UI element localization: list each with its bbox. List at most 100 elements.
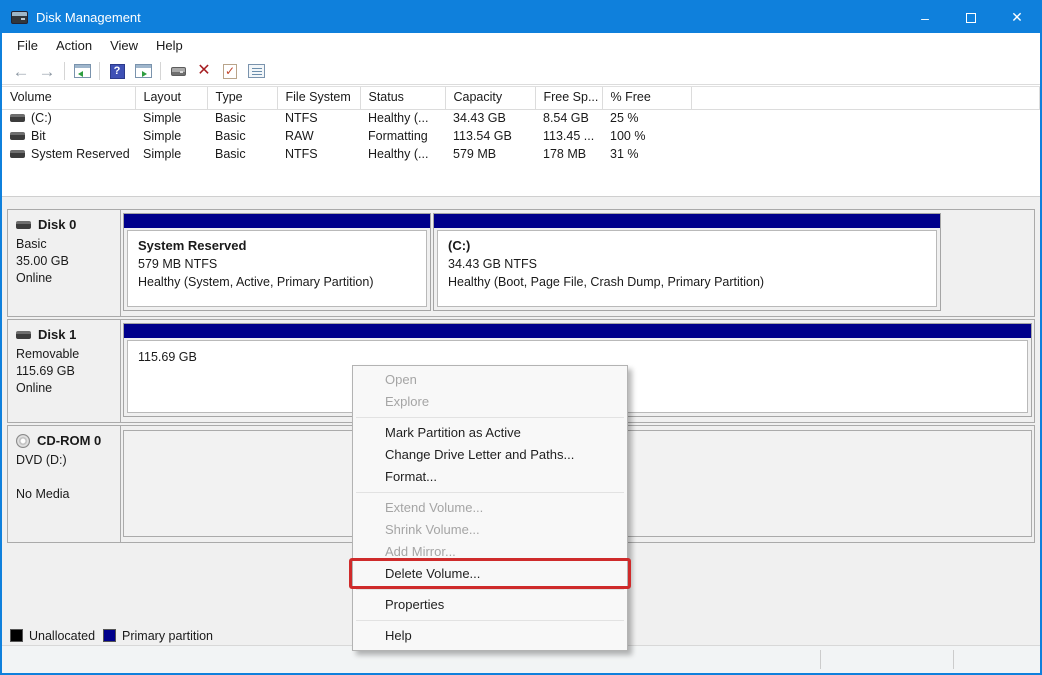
help-button[interactable]: ? (105, 60, 129, 82)
action-pane-button[interactable] (131, 60, 155, 82)
primary-partition-bar (434, 214, 940, 228)
delete-x-icon: ✕ (197, 63, 210, 79)
partition-title: System Reserved (138, 238, 426, 253)
column-header-volume[interactable]: Volume (2, 87, 135, 109)
minimize-button[interactable]: – (902, 2, 948, 33)
volume-row-bit[interactable]: Bit Simple Basic RAW Formatting 113.54 G… (2, 127, 1040, 145)
context-menu-separator (356, 417, 624, 418)
disk0-size: 35.00 GB (16, 253, 114, 270)
column-header-layout[interactable]: Layout (135, 87, 207, 109)
menu-view[interactable]: View (101, 35, 147, 56)
mark-active-button[interactable]: ✓ (218, 60, 242, 82)
toolbar: ← → ? ✕ ✓ (2, 58, 1040, 85)
console-tree-icon (74, 64, 91, 78)
help-icon: ? (110, 64, 125, 79)
menu-action[interactable]: Action (47, 35, 101, 56)
primary-partition-bar (124, 324, 1031, 338)
disk0-type: Basic (16, 236, 114, 253)
list-view-icon (248, 64, 265, 78)
column-header-capacity[interactable]: Capacity (445, 87, 535, 109)
partition-size: 579 MB NTFS (138, 255, 426, 273)
disk1-type: Removable (16, 346, 114, 363)
column-header-filler (691, 87, 1040, 109)
cdrom-label-panel[interactable]: CD-ROM 0 DVD (D:) No Media (8, 426, 121, 542)
partition-status: Healthy (System, Active, Primary Partiti… (138, 273, 426, 291)
disk0-label-panel[interactable]: Disk 0 Basic 35.00 GB Online (8, 210, 121, 316)
disk-management-window: Disk Management – ✕ File Action View Hel… (0, 0, 1042, 675)
menu-file[interactable]: File (8, 35, 47, 56)
toolbar-separator (99, 62, 100, 80)
context-menu-change-drive-letter[interactable]: Change Drive Letter and Paths... (354, 444, 626, 466)
cd-rom-icon (16, 434, 30, 448)
column-header-free-space[interactable]: Free Sp... (535, 87, 602, 109)
disk0-row: Disk 0 Basic 35.00 GB Online System Rese… (7, 209, 1035, 317)
rescan-disks-button[interactable] (166, 60, 190, 82)
primary-partition-bar (124, 214, 430, 228)
column-header-pct-free[interactable]: % Free (602, 87, 691, 109)
toolbar-separator (64, 62, 65, 80)
column-header-type[interactable]: Type (207, 87, 277, 109)
rescan-disks-icon (171, 67, 186, 76)
disk-management-app-icon (11, 11, 28, 24)
delete-button[interactable]: ✕ (192, 60, 216, 82)
context-menu-properties[interactable]: Properties (354, 594, 626, 616)
context-menu-separator (356, 589, 624, 590)
context-menu-separator (356, 492, 624, 493)
status-bar-divider (820, 650, 821, 669)
window-controls: – ✕ (902, 2, 1040, 33)
context-menu-delete-volume[interactable]: Delete Volume... (354, 563, 626, 585)
back-button[interactable]: ← (9, 60, 33, 82)
disk0-name: Disk 0 (38, 217, 76, 232)
legend-unallocated-label: Unallocated (29, 629, 95, 643)
title-bar: Disk Management – ✕ (2, 2, 1040, 33)
disk1-label-panel[interactable]: Disk 1 Removable 115.69 GB Online (8, 320, 121, 422)
legend-primary-partition: Primary partition (103, 629, 213, 643)
volume-name: (C:) (31, 111, 52, 125)
column-header-file-system[interactable]: File System (277, 87, 360, 109)
context-menu-mark-partition-active[interactable]: Mark Partition as Active (354, 422, 626, 444)
close-icon: ✕ (1011, 9, 1023, 26)
volume-drive-icon (10, 114, 25, 122)
disk-icon (16, 331, 31, 339)
close-button[interactable]: ✕ (994, 2, 1040, 33)
forward-button[interactable]: → (35, 60, 59, 82)
menu-help[interactable]: Help (147, 35, 192, 56)
disk1-status: Online (16, 380, 114, 397)
forward-arrow-icon: → (39, 63, 56, 80)
context-menu: Open Explore Mark Partition as Active Ch… (352, 365, 628, 651)
legend-primary-label: Primary partition (122, 629, 213, 643)
partition-status: Healthy (Boot, Page File, Crash Dump, Pr… (448, 273, 936, 291)
legend-unallocated: Unallocated (10, 629, 95, 643)
properties-list-button[interactable] (244, 60, 268, 82)
context-menu-format[interactable]: Format... (354, 466, 626, 488)
disk1-size: 115.69 GB (16, 363, 114, 380)
volume-name: System Reserved (31, 147, 130, 161)
column-header-status[interactable]: Status (360, 87, 445, 109)
context-menu-help[interactable]: Help (354, 625, 626, 647)
volume-row-c[interactable]: (C:) Simple Basic NTFS Healthy (... 34.4… (2, 109, 1040, 127)
action-pane-icon (135, 64, 152, 78)
volume-list-header: Volume Layout Type File System Status Ca… (2, 87, 1040, 109)
console-tree-button[interactable] (70, 60, 94, 82)
disk1-name: Disk 1 (38, 327, 76, 342)
maximize-button[interactable] (948, 2, 994, 33)
context-menu-add-mirror: Add Mirror... (354, 541, 626, 563)
back-arrow-icon: ← (13, 63, 30, 80)
cdrom-drive-letter: DVD (D:) (16, 452, 114, 469)
volume-row-system-reserved[interactable]: System Reserved Simple Basic NTFS Health… (2, 145, 1040, 163)
checkmark-icon: ✓ (223, 64, 237, 79)
maximize-icon (966, 13, 976, 23)
partition-system-reserved[interactable]: System Reserved 579 MB NTFS Healthy (Sys… (123, 213, 431, 311)
context-menu-explore: Explore (354, 391, 626, 413)
context-menu-separator (356, 620, 624, 621)
unallocated-swatch-icon (10, 629, 23, 642)
volume-name: Bit (31, 129, 46, 143)
minimize-icon: – (921, 10, 929, 26)
disk-icon (16, 221, 31, 229)
disk0-status: Online (16, 270, 114, 287)
volume-drive-icon (10, 150, 25, 158)
volume-drive-icon (10, 132, 25, 140)
partition-c-drive[interactable]: (C:) 34.43 GB NTFS Healthy (Boot, Page F… (433, 213, 941, 311)
context-menu-open: Open (354, 369, 626, 391)
context-menu-shrink-volume: Shrink Volume... (354, 519, 626, 541)
